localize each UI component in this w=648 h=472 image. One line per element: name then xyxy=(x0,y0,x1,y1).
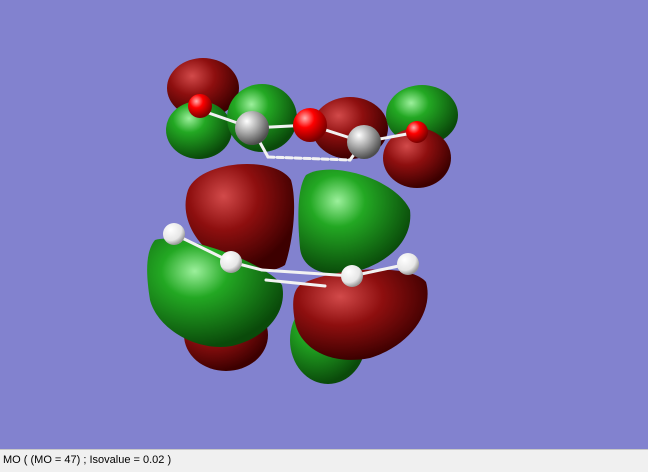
molecule-render[interactable] xyxy=(0,0,648,449)
status-bar: MO ( (MO = 47) ; Isovalue = 0.02 ) xyxy=(0,449,648,472)
hydrogen-atom xyxy=(163,223,185,245)
oxygen-atom xyxy=(406,121,428,143)
molecule-viewport[interactable] xyxy=(0,0,648,449)
carbon-atom xyxy=(347,125,381,159)
status-text: MO ( (MO = 47) ; Isovalue = 0.02 ) xyxy=(3,454,172,466)
hydrogen-atom xyxy=(220,251,242,273)
orbital-lobe-negative xyxy=(298,169,411,275)
oxygen-atom xyxy=(293,108,327,142)
hydrogen-atom xyxy=(397,253,419,275)
hydrogen-atom xyxy=(341,265,363,287)
carbon-atom xyxy=(235,111,269,145)
hydrogen-atom xyxy=(188,94,212,118)
